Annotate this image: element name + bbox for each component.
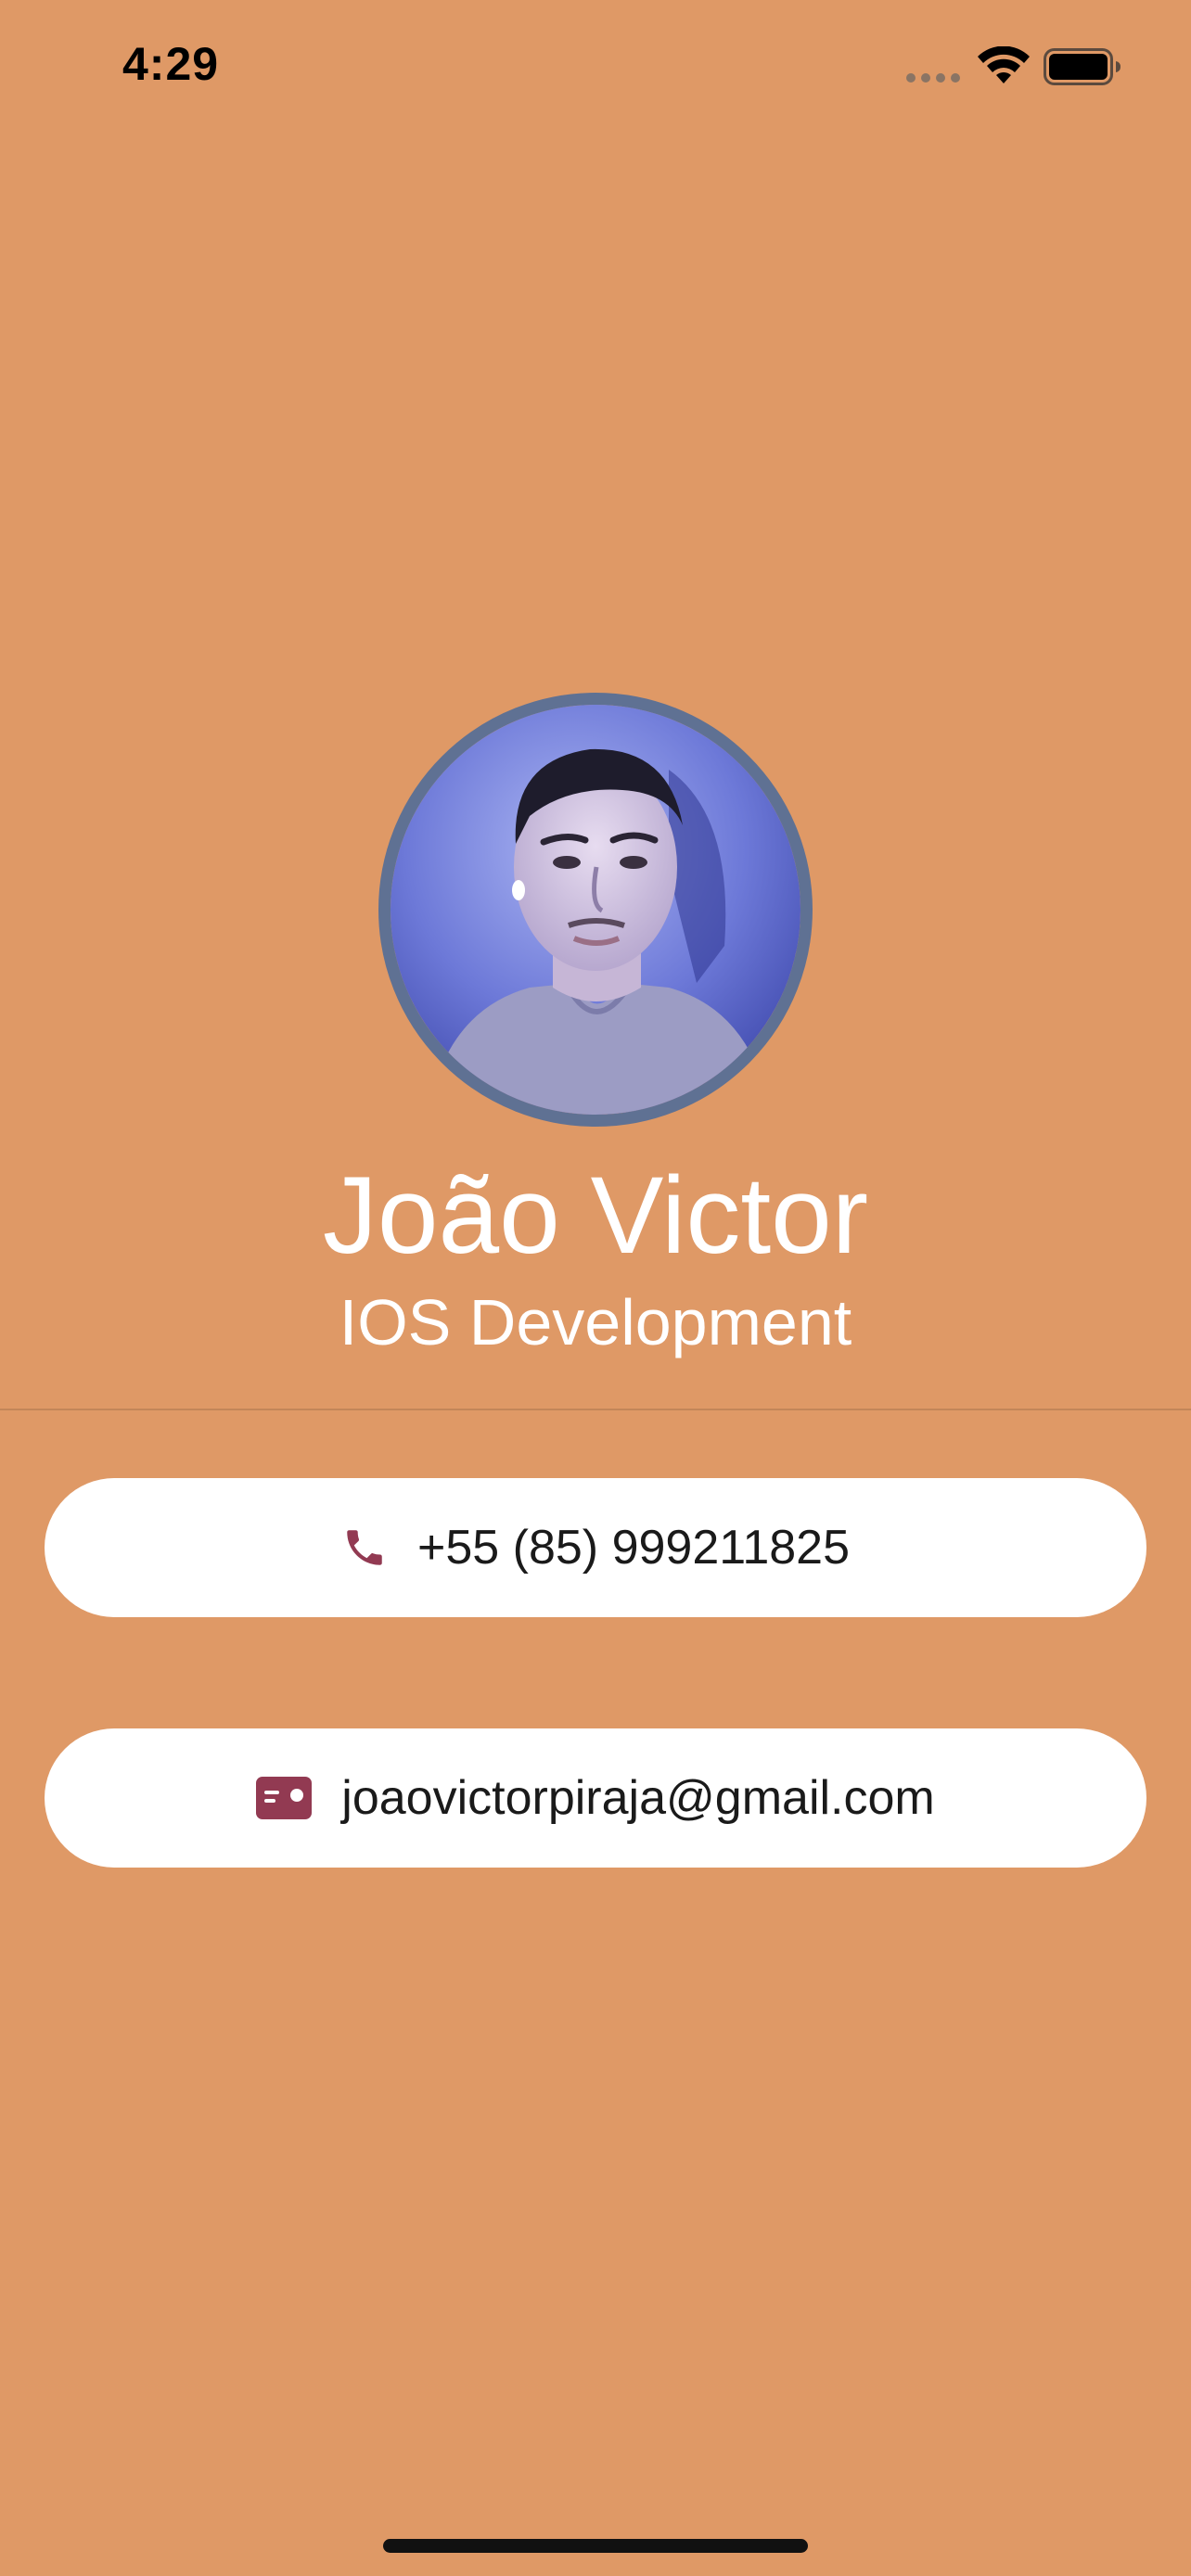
divider — [0, 1409, 1191, 1410]
cellular-signal-icon — [906, 73, 960, 83]
contact-card-icon — [256, 1777, 313, 1819]
profile-role: IOS Development — [339, 1286, 852, 1358]
phone-icon — [347, 1530, 382, 1565]
battery-icon — [1044, 48, 1121, 85]
home-indicator[interactable] — [383, 2539, 808, 2553]
phone-number: +55 (85) 999211825 — [417, 1521, 850, 1575]
status-time: 4:29 — [122, 38, 220, 90]
phone-contact-button[interactable]: +55 (85) 999211825 — [45, 1478, 1146, 1617]
status-bar: 4:29 — [0, 0, 1191, 139]
avatar — [378, 693, 813, 1127]
profile-name: João Victor — [322, 1154, 869, 1277]
profile-photo — [391, 705, 800, 1115]
email-address: joaovictorpiraja@gmail.com — [341, 1771, 935, 1825]
wifi-icon — [978, 46, 1030, 83]
profile-screen: 4:29 João Victor IOS Development +55 (85… — [0, 0, 1191, 2576]
email-contact-button[interactable]: joaovictorpiraja@gmail.com — [45, 1728, 1146, 1868]
